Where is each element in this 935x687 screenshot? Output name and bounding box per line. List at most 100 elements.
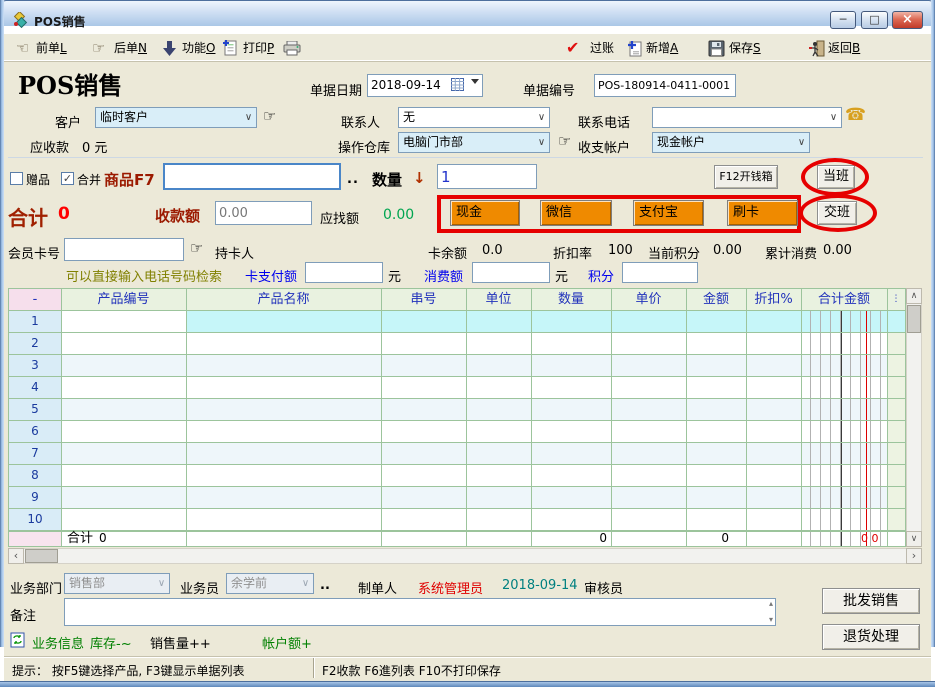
warehouse-select[interactable]: 电脑门市部 ∨ xyxy=(398,132,550,153)
active-cell[interactable] xyxy=(62,311,186,332)
maximize-button[interactable]: □ xyxy=(861,11,888,29)
doc-date-picker[interactable]: 2018-09-14 xyxy=(367,74,483,97)
score-input[interactable] xyxy=(622,262,698,283)
back-button[interactable]: 返回B xyxy=(828,39,860,57)
scroll-up-button[interactable]: ∧ xyxy=(906,288,922,304)
table-row-stripe[interactable] xyxy=(9,399,905,420)
row-number[interactable]: 1 xyxy=(9,311,61,332)
clerk-select[interactable]: 余学前 ∨ xyxy=(226,573,314,594)
hscroll-thumb[interactable] xyxy=(25,549,58,563)
wholesale-button[interactable]: 批发销售 xyxy=(822,588,920,614)
pay-alipay-button[interactable]: 支付宝 xyxy=(633,200,704,226)
printer-icon[interactable] xyxy=(283,41,301,56)
merge-checkbox[interactable]: ✓ xyxy=(61,172,74,185)
shift-change-button[interactable]: 交班 xyxy=(817,201,857,225)
qty-down-arrow-icon: ↓ xyxy=(413,169,426,187)
card-pay-unit: 元 xyxy=(388,266,401,285)
phone-select[interactable]: ∨ xyxy=(652,107,842,128)
on-duty-button[interactable]: 当班 xyxy=(817,165,855,189)
print-button[interactable]: 打印P xyxy=(243,39,274,57)
row-number[interactable]: 5 xyxy=(9,399,61,420)
pay-wechat-button[interactable]: 微信 xyxy=(540,200,612,226)
customer-select[interactable]: 临时客户 ∨ xyxy=(95,107,257,128)
table-hscrollbar[interactable] xyxy=(8,548,922,564)
col-grid-line xyxy=(531,289,532,546)
footer-ledger-digits: 0 0 xyxy=(861,531,889,546)
new-doc-icon xyxy=(627,40,643,57)
product-more-dots[interactable]: .. xyxy=(347,172,359,187)
scroll-right-button[interactable]: › xyxy=(906,548,922,564)
card-pay-input[interactable] xyxy=(305,262,383,283)
row-number[interactable]: 9 xyxy=(9,487,61,508)
refund-button[interactable]: 退货处理 xyxy=(822,624,920,650)
functions-button[interactable]: 功能O xyxy=(182,39,215,57)
table-row-stripe[interactable] xyxy=(9,443,905,464)
consume-input[interactable] xyxy=(472,262,550,283)
row-number[interactable]: 6 xyxy=(9,421,61,442)
dept-select[interactable]: 销售部 ∨ xyxy=(64,573,170,594)
chevron-down-icon[interactable]: ∨ xyxy=(826,108,841,127)
chevron-down-icon[interactable]: ∨ xyxy=(534,133,549,152)
minimize-button[interactable]: ─ xyxy=(830,11,856,29)
member-lookup-hand-icon[interactable]: ☞ xyxy=(190,239,203,257)
col-header-discount[interactable]: 折扣% xyxy=(746,289,801,310)
doc-no-input[interactable] xyxy=(594,74,736,97)
row-number[interactable]: 8 xyxy=(9,465,61,486)
close-button[interactable]: × xyxy=(892,11,923,29)
date-dropdown-arrow-icon[interactable] xyxy=(471,79,479,88)
table-row-stripe[interactable] xyxy=(9,355,905,376)
pos-window: { "colors":{"accent_orange":"#ef8a00","a… xyxy=(0,0,935,687)
scroll-left-button[interactable]: ‹ xyxy=(8,548,24,564)
receivable-value: 0 元 xyxy=(82,137,107,156)
col-header-serial[interactable]: 串号 xyxy=(381,289,466,310)
next-doc-button[interactable]: 后单N xyxy=(114,39,147,57)
chevron-down-icon[interactable]: ∨ xyxy=(794,133,809,152)
new-button[interactable]: 新增A xyxy=(646,39,678,57)
row-number[interactable]: 10 xyxy=(9,509,61,530)
qty-input[interactable] xyxy=(437,164,537,189)
row-number[interactable]: 2 xyxy=(9,333,61,354)
vscroll-thumb[interactable] xyxy=(907,305,921,333)
remark-spin-down-icon[interactable]: ▾ xyxy=(769,616,773,624)
col-header-product-name[interactable]: 产品名称 xyxy=(186,289,381,310)
col-header-clipped[interactable]: ⋮ xyxy=(887,289,905,310)
customer-lookup-hand-icon[interactable]: ☞ xyxy=(263,107,276,125)
received-input[interactable] xyxy=(215,201,312,225)
row-number[interactable]: 4 xyxy=(9,377,61,398)
remark-input[interactable]: ▴ ▾ xyxy=(64,598,776,626)
chevron-down-icon[interactable]: ∨ xyxy=(534,108,549,127)
save-button[interactable]: 保存S xyxy=(729,39,761,57)
phone-icon[interactable]: ☎ xyxy=(845,105,866,125)
prev-doc-button[interactable]: 前单L xyxy=(36,39,67,57)
consume-unit: 元 xyxy=(555,266,568,285)
col-header-unit[interactable]: 单位 xyxy=(466,289,531,310)
customer-label: 客户 xyxy=(55,112,81,131)
gift-checkbox[interactable] xyxy=(10,172,23,185)
status-divider xyxy=(313,658,314,678)
post-button[interactable]: 过账 xyxy=(590,39,614,57)
member-card-input[interactable] xyxy=(64,238,184,261)
account-select[interactable]: 现金帐户 ∨ xyxy=(652,132,810,153)
contact-select[interactable]: 无 ∨ xyxy=(398,107,550,128)
col-header-total-amount[interactable]: 合计金额 xyxy=(801,289,887,310)
remark-spin-up-icon[interactable]: ▴ xyxy=(769,600,773,608)
col-header-qty[interactable]: 数量 xyxy=(531,289,611,310)
business-info-icon[interactable] xyxy=(10,632,25,648)
col-header-amount[interactable]: 金额 xyxy=(686,289,746,310)
chevron-down-icon[interactable]: ∨ xyxy=(241,108,256,127)
row-number[interactable]: 3 xyxy=(9,355,61,376)
pay-cash-button[interactable]: 现金 xyxy=(450,200,520,226)
clerk-more-dots[interactable]: .. xyxy=(320,578,330,593)
product-input[interactable] xyxy=(163,163,341,190)
col-header-rowmark[interactable]: - xyxy=(9,289,61,310)
business-info-link[interactable]: 业务信息 xyxy=(32,633,84,652)
pay-card-button[interactable]: 刷卡 xyxy=(727,200,798,226)
scroll-down-button[interactable]: ∨ xyxy=(906,531,922,547)
col-header-product-code[interactable]: 产品编号 xyxy=(61,289,186,310)
open-cashbox-button[interactable]: F12开钱箱 xyxy=(714,165,778,189)
warehouse-lookup-hand-icon[interactable]: ☞ xyxy=(558,132,571,150)
title-bar[interactable] xyxy=(0,0,935,26)
table-row-stripe[interactable] xyxy=(9,487,905,508)
col-header-price[interactable]: 单价 xyxy=(611,289,686,310)
row-number[interactable]: 7 xyxy=(9,443,61,464)
